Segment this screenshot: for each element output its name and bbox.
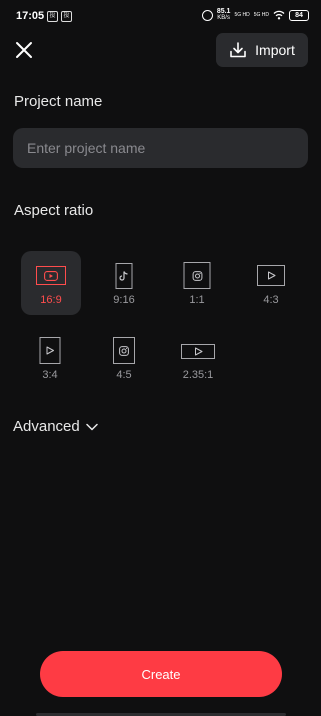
aspect-ratio-label: Aspect ratio xyxy=(14,202,94,219)
battery-icon: 84 xyxy=(289,9,309,21)
ratio-frame xyxy=(183,262,211,289)
status-bar: 17:05 投 投 85.1 KB/s 5G HD 5G HD 84 xyxy=(0,0,321,34)
ratio-frame xyxy=(181,344,215,359)
ratio-caption: 4:3 xyxy=(263,294,279,306)
tiktok-icon xyxy=(119,271,128,281)
close-button[interactable] xyxy=(12,37,36,63)
sim2-signal: 5G HD xyxy=(253,11,269,18)
notification-app-icon: 投 xyxy=(47,11,58,22)
ratio-option-3-4[interactable]: 3:4 xyxy=(20,326,80,390)
instagram-icon xyxy=(192,270,202,281)
project-name-label: Project name xyxy=(14,93,103,110)
net-speed-unit: KB/s xyxy=(217,15,230,21)
ratio-frame xyxy=(257,265,285,286)
ratio-caption: 16:9 xyxy=(40,294,62,306)
chevron-down-icon xyxy=(85,423,98,430)
play-icon xyxy=(46,346,54,355)
ratio-caption: 3:4 xyxy=(42,369,58,381)
ratio-frame xyxy=(115,263,133,289)
play-icon xyxy=(194,347,202,356)
notification-app-icon: 投 xyxy=(61,11,72,22)
ratio-option-4-3[interactable]: 4:3 xyxy=(241,251,301,315)
status-indicators: 85.1 KB/s 5G HD 5G HD 84 xyxy=(201,8,309,21)
ratio-caption: 4:5 xyxy=(116,369,132,381)
instagram-icon xyxy=(119,345,129,356)
ratio-caption: 2.35:1 xyxy=(182,369,214,381)
import-label: Import xyxy=(255,42,295,58)
download-icon xyxy=(230,42,246,58)
ratio-option-2-35-1[interactable]: 2.35:1 xyxy=(168,326,228,390)
ratio-caption: 9:16 xyxy=(113,294,135,306)
ratio-frame xyxy=(36,266,66,285)
sim1-signal: 5G HD xyxy=(234,11,250,18)
close-icon xyxy=(16,42,32,58)
advanced-label: Advanced xyxy=(13,418,80,435)
wifi-icon xyxy=(273,10,285,20)
youtube-icon xyxy=(44,270,58,281)
alarm-icon xyxy=(201,9,213,21)
ratio-option-16-9[interactable]: 16:9 xyxy=(21,251,81,315)
ratio-option-4-5[interactable]: 4:5 xyxy=(94,326,154,390)
status-time: 17:05 xyxy=(16,10,45,22)
ratio-caption: 1:1 xyxy=(189,294,205,306)
ratio-frame xyxy=(113,337,135,364)
ratio-option-9-16[interactable]: 9:16 xyxy=(94,251,154,315)
import-button[interactable]: Import xyxy=(216,33,308,67)
net-speed: 85.1 KB/s xyxy=(217,8,231,21)
ratio-frame xyxy=(39,337,61,364)
advanced-toggle[interactable]: Advanced xyxy=(13,418,98,435)
project-name-input[interactable] xyxy=(13,128,308,168)
notification-icons: 投 投 xyxy=(47,11,72,22)
ratio-option-1-1[interactable]: 1:1 xyxy=(167,251,227,315)
play-icon xyxy=(267,271,275,280)
create-button[interactable]: Create xyxy=(40,651,282,697)
